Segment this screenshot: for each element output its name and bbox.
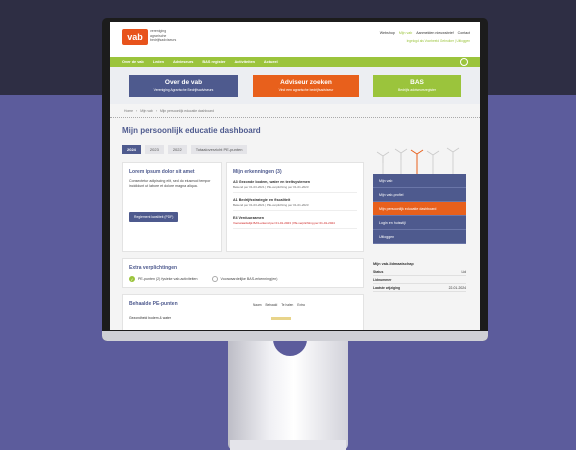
extra-item-pe: ✓ PE-punten (2) fysieke vab-activiteiten [129, 276, 198, 282]
wind-turbine-illustration [376, 147, 460, 174]
extra-card: Extra verplichtingen ✓ PE-punten (2) fys… [122, 258, 364, 288]
top-link-webshop[interactable]: Webshop [380, 31, 395, 35]
membership-row: Laatste wijziging 22-01-2024 [373, 284, 466, 292]
sidebar-menu: Mijn vab Mijn vab-profiel Mijn persoonli… [373, 174, 466, 244]
intro-text: Consectetur adipiscing elit, sed do eius… [129, 179, 211, 188]
stand-base [230, 440, 346, 450]
hero-button-adviseur[interactable]: Adviseur zoeken Vind een agrarische bedr… [253, 75, 359, 97]
membership-panel: Mijn vab-lidmaatschap Status Lid Lidnumm… [373, 262, 466, 292]
check-icon: ✓ [129, 276, 135, 282]
breadcrumb: Home › Mijn vab › Mijn persoonlijk educati… [124, 109, 215, 113]
erkenningen-card: Mijn erkenningen (3) A3 Gezonde bodem, w… [226, 162, 364, 252]
empty-circle-icon [211, 276, 218, 282]
page-title: Mijn persoonlijk educatie dashboard [122, 126, 261, 135]
login-status[interactable]: Ingelogd als Voorbeeld Gebruiker | Uitlo… [407, 39, 470, 43]
monitor: vab vereniging agrarische bedrijfsadvise… [102, 18, 488, 341]
progress-bar [271, 317, 291, 320]
sidebar-item-dashboard[interactable]: Mijn persoonlijk educatie dashboard [373, 202, 466, 216]
erkenningen-title: Mijn erkenningen (3) [233, 169, 282, 175]
extra-title: Extra verplichtingen [129, 265, 178, 271]
erkenning-item[interactable]: A1 Bedrijfsstrategie en fiscaliteit Beke… [233, 198, 357, 211]
nav-item-activiteiten[interactable]: Activiteiten [234, 60, 254, 64]
monitor-chin [102, 331, 488, 341]
nav-item-leden[interactable]: Leden [153, 60, 164, 64]
hero-button-over[interactable]: Over de vab Vereniging Agrarische Bedrij… [129, 75, 238, 97]
search-icon[interactable] [460, 58, 468, 66]
screen: vab vereniging agrarische bedrijfsadvise… [110, 22, 480, 330]
sidebar-item-mijn-vab[interactable]: Mijn vab [373, 174, 466, 188]
erkenning-item[interactable]: A3 Gezonde bodem, water en teeltsystemen… [233, 180, 357, 193]
tab-2024[interactable]: 2024 [122, 145, 141, 154]
logo-subtitle: vereniging agrarische bedrijfsadviseurs [150, 29, 177, 42]
nav-item-over[interactable]: Over de vab [122, 60, 144, 64]
tab-2022[interactable]: 2022 [167, 145, 187, 154]
membership-title: Mijn vab-lidmaatschap [373, 262, 414, 266]
crumb-current: Mijn persoonlijk educatie dashboard [159, 109, 215, 113]
crumb-mijn-vab[interactable]: Mijn vab [140, 109, 153, 113]
sidebar-item-profiel[interactable]: Mijn vab-profiel [373, 188, 466, 202]
membership-row: Status Lid [373, 268, 466, 276]
top-links: Webshop Mijn vab Aanmelden nieuwsbrief C… [380, 31, 470, 35]
behaalde-title: Behaalde PE-punten [129, 301, 178, 307]
table-header: Naam Behaald Te halen Extra [253, 303, 305, 307]
tab-2023[interactable]: 2023 [144, 145, 164, 154]
tab-totaal[interactable]: Totaaloverzicht PE-punten [190, 145, 248, 154]
main-nav: Over de vab Leden Advieseurs BAS registe… [110, 57, 480, 67]
year-tabs: 2024 2023 2022 Totaaloverzicht PE-punten [122, 145, 248, 154]
top-link-newsletter[interactable]: Aanmelden nieuwsbrief [416, 31, 453, 35]
site-header: vab vereniging agrarische bedrijfsadvise… [110, 22, 480, 57]
nav-item-actueel[interactable]: Actueel [264, 60, 278, 64]
membership-row: Lidnummer [373, 276, 466, 284]
divider [110, 117, 480, 118]
crumb-home[interactable]: Home [124, 109, 133, 113]
reglement-button[interactable]: Reglement kwaliteit (PDF) [129, 212, 179, 223]
erkenning-item[interactable]: E4 Verduurzamen Voorwaardelijk BAS-erken… [233, 216, 357, 229]
intro-title: Lorem ipsum dolor sit amet [129, 169, 195, 175]
vab-logo[interactable]: vab [122, 29, 148, 45]
table-row[interactable]: Gezondheid bodem & water [129, 316, 171, 320]
hero-button-bas[interactable]: BAS Bedrijfs adviseursregister [373, 75, 461, 97]
sidebar-item-login[interactable]: Login en huisstijl [373, 216, 466, 230]
nav-item-bas[interactable]: BAS register [202, 60, 225, 64]
nav-item-adviseurs[interactable]: Advieseurs [173, 60, 193, 64]
sidebar-item-uitloggen[interactable]: Uitloggen [373, 230, 466, 244]
extra-item-bas: Voorwaardelijke BAS-erkenning(en) [211, 276, 277, 282]
top-link-mijn-vab[interactable]: Mijn vab [399, 31, 412, 35]
behaalde-card: Behaalde PE-punten Naam Behaald Te halen… [122, 294, 364, 330]
intro-card: Lorem ipsum dolor sit amet Consectetur a… [122, 162, 222, 252]
top-link-contact[interactable]: Contact [458, 31, 470, 35]
